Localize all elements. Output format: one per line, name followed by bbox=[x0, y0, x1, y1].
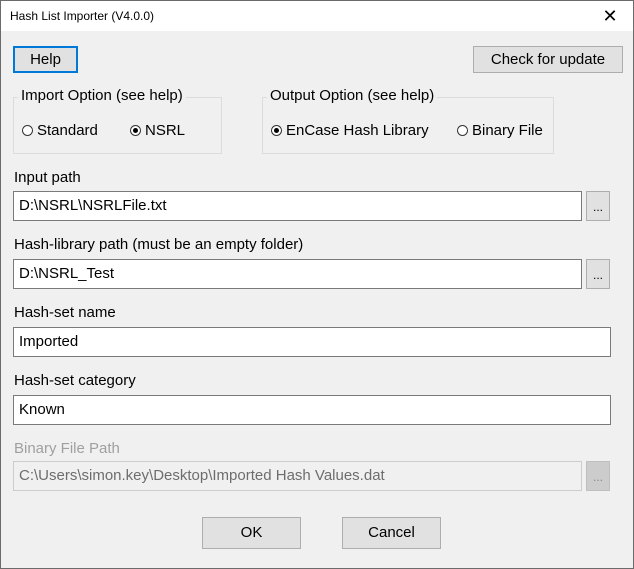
check-update-label: Check for update bbox=[490, 51, 606, 68]
import-option-group: Import Option (see help) Standard NSRL bbox=[13, 87, 222, 154]
output-option-title: Output Option (see help) bbox=[267, 87, 438, 104]
input-path-field[interactable]: D:\NSRL\NSRLFile.txt bbox=[13, 191, 582, 221]
radio-standard[interactable]: Standard bbox=[22, 122, 98, 139]
input-path-label: Input path bbox=[14, 169, 81, 186]
binary-file-path-label: Binary File Path bbox=[14, 440, 120, 457]
hash-set-category-field[interactable]: Known bbox=[13, 395, 611, 425]
cancel-button-label: Cancel bbox=[368, 524, 415, 541]
radio-standard-label: Standard bbox=[37, 122, 98, 139]
hash-set-category-label: Hash-set category bbox=[14, 372, 136, 389]
dialog-body: Help Check for update Import Option (see… bbox=[1, 31, 633, 568]
window-title: Hash List Importer (V4.0.0) bbox=[10, 9, 155, 23]
ok-button[interactable]: OK bbox=[202, 517, 301, 549]
radio-nsrl-label: NSRL bbox=[145, 122, 186, 139]
radio-nsrl[interactable]: NSRL bbox=[130, 122, 185, 139]
radio-nsrl-circle bbox=[130, 125, 141, 136]
radio-binary-label: Binary File bbox=[472, 122, 543, 139]
help-button[interactable]: Help bbox=[13, 46, 78, 73]
help-button-label: Help bbox=[30, 51, 61, 68]
title-bar: Hash List Importer (V4.0.0) ✕ bbox=[1, 1, 633, 31]
hash-set-name-label: Hash-set name bbox=[14, 304, 116, 321]
radio-encase-label: EnCase Hash Library bbox=[286, 122, 429, 139]
import-option-title: Import Option (see help) bbox=[18, 87, 186, 104]
binary-file-path-field: C:\Users\simon.key\Desktop\Imported Hash… bbox=[13, 461, 582, 491]
check-update-button[interactable]: Check for update bbox=[473, 46, 623, 73]
input-path-browse-button[interactable]: ... bbox=[586, 191, 610, 221]
binary-file-browse-button: ... bbox=[586, 461, 610, 491]
hash-library-path-field[interactable]: D:\NSRL_Test bbox=[13, 259, 582, 289]
output-option-group: Output Option (see help) EnCase Hash Lib… bbox=[262, 87, 554, 154]
hash-set-name-field[interactable]: Imported bbox=[13, 327, 611, 357]
radio-standard-circle bbox=[22, 125, 33, 136]
ok-button-label: OK bbox=[240, 524, 263, 541]
dialog-window: Hash List Importer (V4.0.0) ✕ Help Check… bbox=[0, 0, 634, 569]
hash-library-path-label: Hash-library path (must be an empty fold… bbox=[14, 236, 304, 253]
radio-binary-file[interactable]: Binary File bbox=[457, 122, 543, 139]
hash-library-browse-button[interactable]: ... bbox=[586, 259, 610, 289]
radio-encase-hash-library[interactable]: EnCase Hash Library bbox=[271, 122, 429, 139]
radio-binary-circle bbox=[457, 125, 468, 136]
cancel-button[interactable]: Cancel bbox=[342, 517, 441, 549]
radio-encase-circle bbox=[271, 125, 282, 136]
close-icon[interactable]: ✕ bbox=[587, 1, 633, 31]
